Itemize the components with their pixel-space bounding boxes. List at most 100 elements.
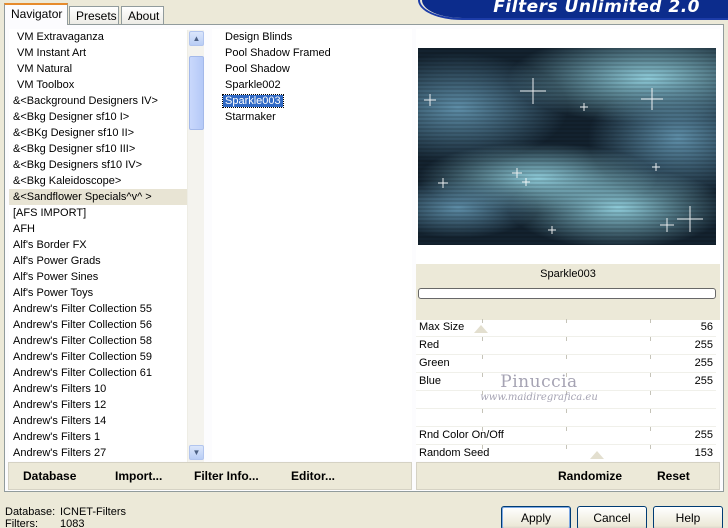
slider-tick bbox=[566, 355, 567, 359]
selected-filter-name: Sparkle003 bbox=[540, 268, 596, 280]
parameter-slider[interactable]: Green 255 bbox=[416, 355, 716, 373]
category-item[interactable]: &<Sandflower Specials^v^ > bbox=[9, 189, 187, 205]
category-item[interactable]: Andrew's Filters 27 bbox=[9, 445, 187, 461]
category-item[interactable]: &<Bkg Designer sf10 III> bbox=[9, 141, 187, 157]
parameter-value: 255 bbox=[694, 357, 713, 369]
category-item[interactable]: VM Instant Art bbox=[9, 45, 187, 61]
parameter-slider[interactable]: Rnd Color On/Off 255 bbox=[416, 427, 716, 445]
parameter-label: Green bbox=[419, 357, 450, 369]
slider-tick bbox=[650, 427, 651, 431]
slider-tick bbox=[482, 355, 483, 359]
scroll-thumb[interactable] bbox=[189, 56, 204, 130]
slider-tick bbox=[566, 373, 567, 377]
navigator-toolbar: Database Import... Filter Info... Editor… bbox=[8, 462, 412, 490]
editor-button[interactable]: Editor... bbox=[291, 469, 335, 483]
parameter-value: 255 bbox=[694, 375, 713, 387]
reset-button[interactable]: Reset bbox=[657, 469, 690, 483]
slider-tick bbox=[566, 337, 567, 341]
parameter-slider[interactable]: Max Size 56 bbox=[416, 319, 716, 337]
filter-info-button[interactable]: Filter Info... bbox=[194, 469, 259, 483]
slider-tick bbox=[650, 355, 651, 359]
category-item[interactable]: Alf's Power Grads bbox=[9, 253, 187, 269]
category-item[interactable]: &<BKg Designer sf10 II> bbox=[9, 125, 187, 141]
category-item[interactable]: Alf's Power Toys bbox=[9, 285, 187, 301]
parameter-label: Red bbox=[419, 339, 440, 351]
parameter-label: Max Size bbox=[419, 321, 465, 333]
tab-about[interactable]: About bbox=[121, 6, 164, 24]
parameter-slider[interactable]: Red 255 bbox=[416, 337, 716, 355]
filter-item[interactable]: Pool Shadow Framed bbox=[212, 45, 412, 61]
filter-list[interactable]: Design Blinds Pool Shadow Framed Pool Shad… bbox=[212, 29, 412, 461]
filter-item-label: Sparkle003 bbox=[222, 94, 284, 108]
filter-item[interactable]: Sparkle003 bbox=[212, 93, 412, 109]
scroll-up-button[interactable]: ▲ bbox=[189, 31, 204, 46]
parameter-value: 153 bbox=[694, 447, 713, 459]
category-item[interactable]: Andrew's Filter Collection 55 bbox=[9, 301, 187, 317]
status-database-value: ICNET-Filters bbox=[60, 506, 126, 518]
banner-title: Filters Unlimited 2.0 bbox=[493, 0, 700, 17]
filter-item[interactable]: Design Blinds bbox=[212, 29, 412, 45]
category-item[interactable]: Andrew's Filter Collection 61 bbox=[9, 365, 187, 381]
category-item[interactable]: VM Extravaganza bbox=[9, 29, 187, 45]
category-item[interactable]: Andrew's Filter Collection 59 bbox=[9, 349, 187, 365]
category-item[interactable]: [AFS IMPORT] bbox=[9, 205, 187, 221]
slider-thumb[interactable] bbox=[590, 451, 604, 459]
parameter-slider[interactable]: Blue 255 bbox=[416, 373, 716, 391]
filter-item-label: Pool Shadow bbox=[225, 63, 290, 75]
category-item[interactable]: &<Bkg Designers sf10 IV> bbox=[9, 157, 187, 173]
help-button[interactable]: Help bbox=[653, 506, 723, 528]
scroll-down-button[interactable]: ▼ bbox=[189, 445, 204, 460]
filter-item-label: Design Blinds bbox=[225, 31, 293, 43]
slider-tick bbox=[566, 445, 567, 449]
chevron-down-icon: ▼ bbox=[192, 448, 201, 457]
database-button[interactable]: Database bbox=[23, 469, 76, 483]
slider-tick bbox=[650, 337, 651, 341]
filter-item-label: Sparkle002 bbox=[225, 79, 281, 91]
parameter-label: Rnd Color On/Off bbox=[419, 429, 504, 441]
category-item[interactable]: VM Natural bbox=[9, 61, 187, 77]
cancel-button[interactable]: Cancel bbox=[577, 506, 647, 528]
filter-item[interactable]: Pool Shadow bbox=[212, 61, 412, 77]
slider-tick bbox=[650, 409, 651, 413]
category-item[interactable]: Alf's Power Sines bbox=[9, 269, 187, 285]
category-item[interactable]: &<Background Designers IV> bbox=[9, 93, 187, 109]
category-item[interactable]: VM Toolbox bbox=[9, 77, 187, 93]
progress-bar bbox=[418, 288, 716, 299]
tab-presets[interactable]: Presets bbox=[69, 6, 119, 24]
slider-tick bbox=[482, 337, 483, 341]
slider-tick bbox=[650, 391, 651, 395]
category-item[interactable]: Andrew's Filter Collection 56 bbox=[9, 317, 187, 333]
parameter-slider[interactable] bbox=[416, 391, 716, 409]
banner: Filters Unlimited 2.0 bbox=[422, 0, 728, 18]
tab-navigator[interactable]: Navigator bbox=[4, 3, 68, 25]
parameter-label: Random Seed bbox=[419, 447, 490, 459]
slider-tick bbox=[482, 319, 483, 323]
slider-thumb[interactable] bbox=[474, 325, 488, 333]
slider-tick bbox=[566, 427, 567, 431]
parameter-slider[interactable] bbox=[416, 409, 716, 427]
slider-tick bbox=[566, 409, 567, 413]
import-button[interactable]: Import... bbox=[115, 469, 162, 483]
status-database: Database: ICNET-Filters bbox=[5, 506, 126, 518]
category-item[interactable]: Andrew's Filters 10 bbox=[9, 381, 187, 397]
category-item[interactable]: Andrew's Filters 14 bbox=[9, 413, 187, 429]
status-filters-label: Filters: bbox=[5, 518, 38, 528]
category-item[interactable]: Alf's Border FX bbox=[9, 237, 187, 253]
category-item[interactable]: AFH bbox=[9, 221, 187, 237]
slider-tick bbox=[650, 445, 651, 449]
slider-tick bbox=[650, 373, 651, 377]
apply-button[interactable]: Apply bbox=[501, 506, 571, 528]
category-item[interactable]: &<Bkg Designer sf10 I> bbox=[9, 109, 187, 125]
randomize-button[interactable]: Randomize bbox=[558, 469, 622, 483]
category-list[interactable]: VM Extravaganza VM Instant Art VM Natural V… bbox=[9, 29, 187, 461]
filter-item[interactable]: Sparkle002 bbox=[212, 77, 412, 93]
category-scrollbar[interactable]: ▲ ▼ bbox=[187, 30, 204, 462]
parameter-label: Blue bbox=[419, 375, 442, 387]
category-item[interactable]: Andrew's Filters 1 bbox=[9, 429, 187, 445]
category-item[interactable]: Andrew's Filters 12 bbox=[9, 397, 187, 413]
category-item[interactable]: &<Bkg Kaleidoscope> bbox=[9, 173, 187, 189]
parameter-value: 255 bbox=[694, 429, 713, 441]
category-item[interactable]: Andrew's Filter Collection 58 bbox=[9, 333, 187, 349]
parameter-slider[interactable]: Random Seed 153 bbox=[416, 445, 716, 463]
filter-item[interactable]: Starmaker bbox=[212, 109, 412, 125]
